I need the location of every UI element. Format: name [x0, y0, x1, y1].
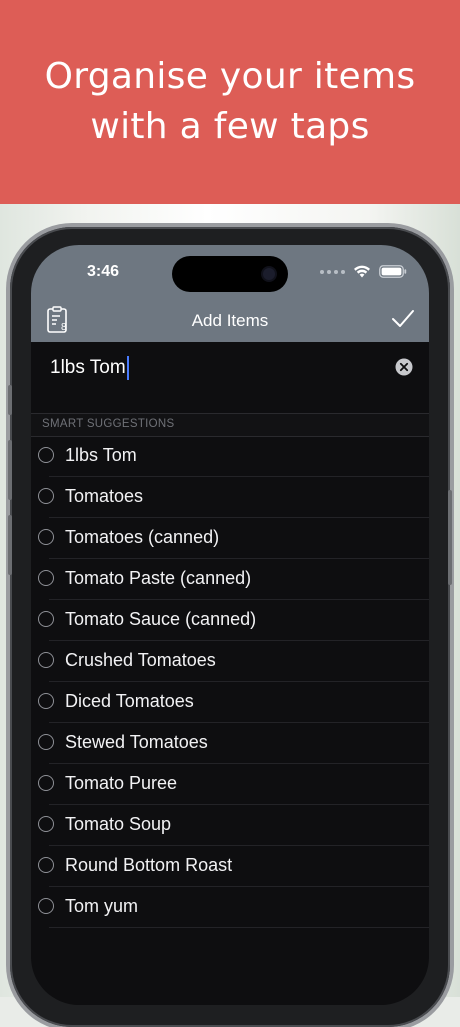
suggestion-item[interactable]: Tomato Puree — [31, 764, 429, 805]
radio-circle-icon[interactable] — [38, 529, 54, 545]
suggestion-label: Stewed Tomatoes — [65, 732, 208, 752]
banner-headline-line-2: with a few taps — [90, 106, 370, 147]
suggestion-label: Tomatoes (canned) — [65, 527, 220, 547]
clear-circle-icon[interactable] — [395, 358, 413, 376]
suggestion-list: 1lbs Tom Tomatoes Tomatoes (canned) Toma… — [31, 436, 429, 928]
battery-icon — [379, 265, 407, 278]
suggestion-label: Tomatoes — [65, 486, 144, 506]
radio-circle-icon[interactable] — [38, 652, 54, 668]
suggestion-label: Tomato Puree — [65, 773, 178, 793]
section-header-label: SMART SUGGESTIONS — [42, 418, 175, 430]
suggestion-label: Tom yum — [65, 896, 139, 916]
row-divider — [49, 927, 429, 928]
suggestion-item[interactable]: Tomatoes (canned) — [31, 518, 429, 559]
item-input-field[interactable]: 1lbs Tom — [50, 356, 129, 380]
suggestion-item[interactable]: Crushed Tomatoes — [31, 641, 429, 682]
radio-circle-icon[interactable] — [38, 611, 54, 627]
wifi-icon — [354, 265, 370, 278]
dynamic-island — [172, 256, 288, 292]
suggestion-item[interactable]: Tomato Sauce (canned) — [31, 600, 429, 641]
signal-dots-icon — [320, 269, 345, 274]
radio-circle-icon[interactable] — [38, 857, 54, 873]
suggestion-item[interactable]: Tom yum — [31, 887, 429, 928]
suggestion-item[interactable]: Stewed Tomatoes — [31, 723, 429, 764]
item-input-value: 1lbs Tom — [50, 357, 126, 378]
phone-side-button — [8, 515, 12, 575]
suggestion-label: Tomato Paste (canned) — [65, 568, 252, 588]
camera-icon — [263, 268, 275, 280]
suggestion-label: 1lbs Tom — [65, 445, 137, 465]
phone-side-button — [8, 385, 12, 415]
radio-circle-icon[interactable] — [38, 570, 54, 586]
radio-circle-icon[interactable] — [38, 775, 54, 791]
suggestion-item[interactable]: Tomatoes — [31, 477, 429, 518]
suggestion-label: Diced Tomatoes — [65, 691, 194, 711]
radio-circle-icon[interactable] — [38, 693, 54, 709]
item-input-row[interactable]: 1lbs Tom — [31, 342, 429, 412]
suggestion-label: Tomato Sauce (canned) — [65, 609, 257, 629]
smart-suggestions-header: SMART SUGGESTIONS — [31, 413, 429, 437]
phone-side-button — [8, 440, 12, 500]
checkmark-icon[interactable] — [391, 309, 415, 329]
radio-circle-icon[interactable] — [38, 447, 54, 463]
promo-banner: Organise your items with a few taps — [0, 0, 460, 204]
page-title: Add Items — [191, 311, 269, 330]
suggestion-item[interactable]: Tomato Paste (canned) — [31, 559, 429, 600]
nav-header: 3:46 8 Add Items — [31, 245, 429, 342]
suggestion-item[interactable]: 1lbs Tom — [31, 436, 429, 477]
radio-circle-icon[interactable] — [38, 488, 54, 504]
radio-circle-icon[interactable] — [38, 816, 54, 832]
phone-side-button — [448, 490, 452, 585]
phone-screen: 3:46 8 Add Items 1lbs Tom SMART SUGGESTI… — [31, 245, 429, 1005]
status-icons — [320, 265, 407, 278]
suggestion-item[interactable]: Round Bottom Roast — [31, 846, 429, 887]
suggestion-label: Tomato Soup — [65, 814, 172, 834]
radio-circle-icon[interactable] — [38, 898, 54, 914]
suggestion-label: Round Bottom Roast — [65, 855, 233, 875]
suggestion-label: Crushed Tomatoes — [65, 650, 216, 670]
suggestion-item[interactable]: Tomato Soup — [31, 805, 429, 846]
text-caret — [126, 356, 129, 380]
status-time: 3:46 — [87, 263, 120, 280]
banner-headline-line-1: Organise your items — [44, 56, 416, 97]
radio-circle-icon[interactable] — [38, 734, 54, 750]
suggestion-item[interactable]: Diced Tomatoes — [31, 682, 429, 723]
